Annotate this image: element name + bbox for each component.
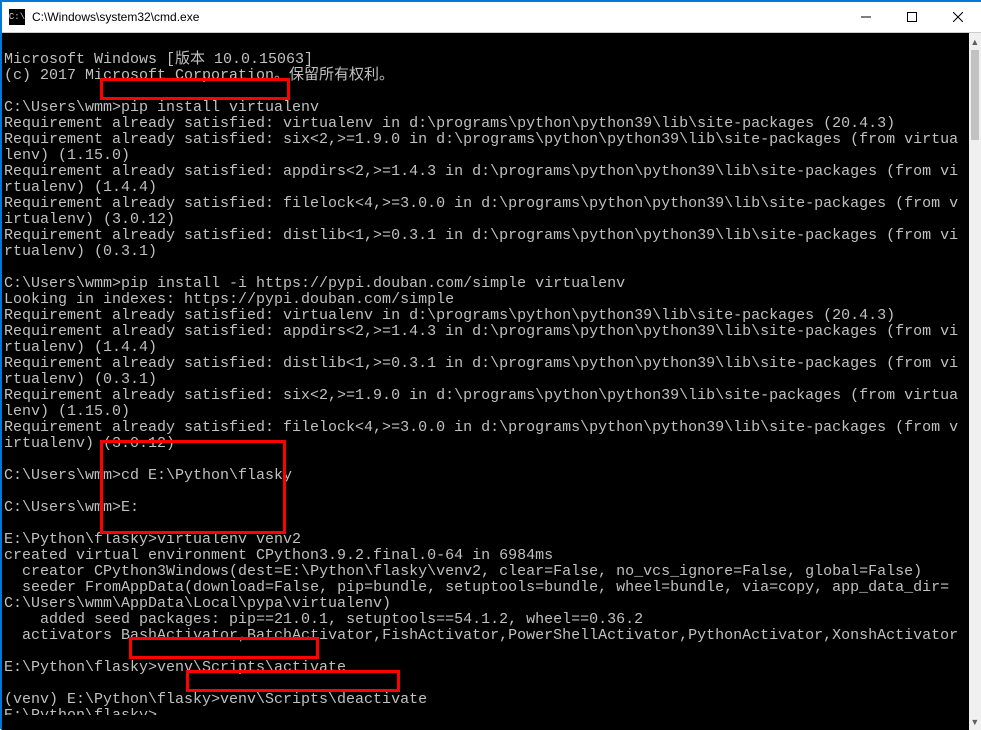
terminal-line: Requirement already satisfied: six<2,>=1… [4, 387, 958, 420]
terminal-line: C:\Users\wmm>cd E:\Python\flasky [4, 467, 292, 484]
terminal-line: C:\Users\wmm>pip install -i https://pypi… [4, 275, 625, 292]
terminal-line: Requirement already satisfied: appdirs<2… [4, 323, 958, 356]
terminal-line: C:\Users\wmm>pip install virtualenv [4, 99, 319, 116]
terminal-line: Looking in indexes: https://pypi.douban.… [4, 291, 454, 308]
terminal-line: Microsoft Windows [版本 10.0.15063] [4, 51, 313, 68]
terminal-line: Requirement already satisfied: distlib<1… [4, 227, 958, 260]
terminal-line: created virtual environment CPython3.9.2… [4, 547, 553, 564]
terminal-line: Requirement already satisfied: distlib<1… [4, 355, 958, 388]
terminal-line: Requirement already satisfied: virtualen… [4, 115, 895, 132]
terminal-line: E:\Python\flasky>virtualenv venv2 [4, 531, 301, 548]
terminal-line: added seed packages: pip==21.0.1, setupt… [4, 611, 643, 628]
terminal-line: Requirement already satisfied: six<2,>=1… [4, 131, 958, 164]
terminal-line: (c) 2017 Microsoft Corporation。保留所有权利。 [4, 67, 394, 84]
terminal-line: Requirement already satisfied: appdirs<2… [4, 163, 958, 196]
terminal-line: C:\Users\wmm>E: [4, 499, 139, 516]
terminal-line: (venv) E:\Python\flasky>venv\Scripts\dea… [4, 691, 427, 708]
terminal-line: creator CPython3Windows(dest=E:\Python\f… [4, 563, 922, 580]
window-title: C:\Windows\system32\cmd.exe [32, 10, 199, 24]
terminal-line: seeder FromAppData(download=False, pip=b… [4, 579, 949, 612]
cmd-icon: C:\ [9, 9, 25, 25]
vertical-scrollbar[interactable]: ▲ ▼ [969, 33, 981, 730]
terminal-line: activators BashActivator,BatchActivator,… [4, 627, 958, 644]
terminal-line: Requirement already satisfied: filelock<… [4, 195, 958, 228]
terminal-line: E:\Python\flasky>venv\Scripts\activate [4, 659, 346, 676]
terminal-line: E:\Python\flasky> [4, 707, 157, 715]
scroll-thumb[interactable] [971, 50, 979, 140]
scroll-track[interactable] [969, 50, 981, 713]
titlebar[interactable]: C:\ C:\Windows\system32\cmd.exe [2, 2, 981, 33]
scroll-down-button[interactable]: ▼ [969, 713, 981, 730]
terminal-line: Requirement already satisfied: filelock<… [4, 419, 958, 452]
scroll-up-button[interactable]: ▲ [969, 33, 981, 50]
terminal-line: Requirement already satisfied: virtualen… [4, 307, 895, 324]
terminal-output[interactable]: Microsoft Windows [版本 10.0.15063] (c) 20… [2, 48, 969, 715]
minimize-button[interactable] [843, 2, 889, 32]
maximize-button[interactable] [889, 2, 935, 32]
close-button[interactable] [935, 2, 981, 32]
terminal-area: Microsoft Windows [版本 10.0.15063] (c) 20… [2, 33, 981, 730]
